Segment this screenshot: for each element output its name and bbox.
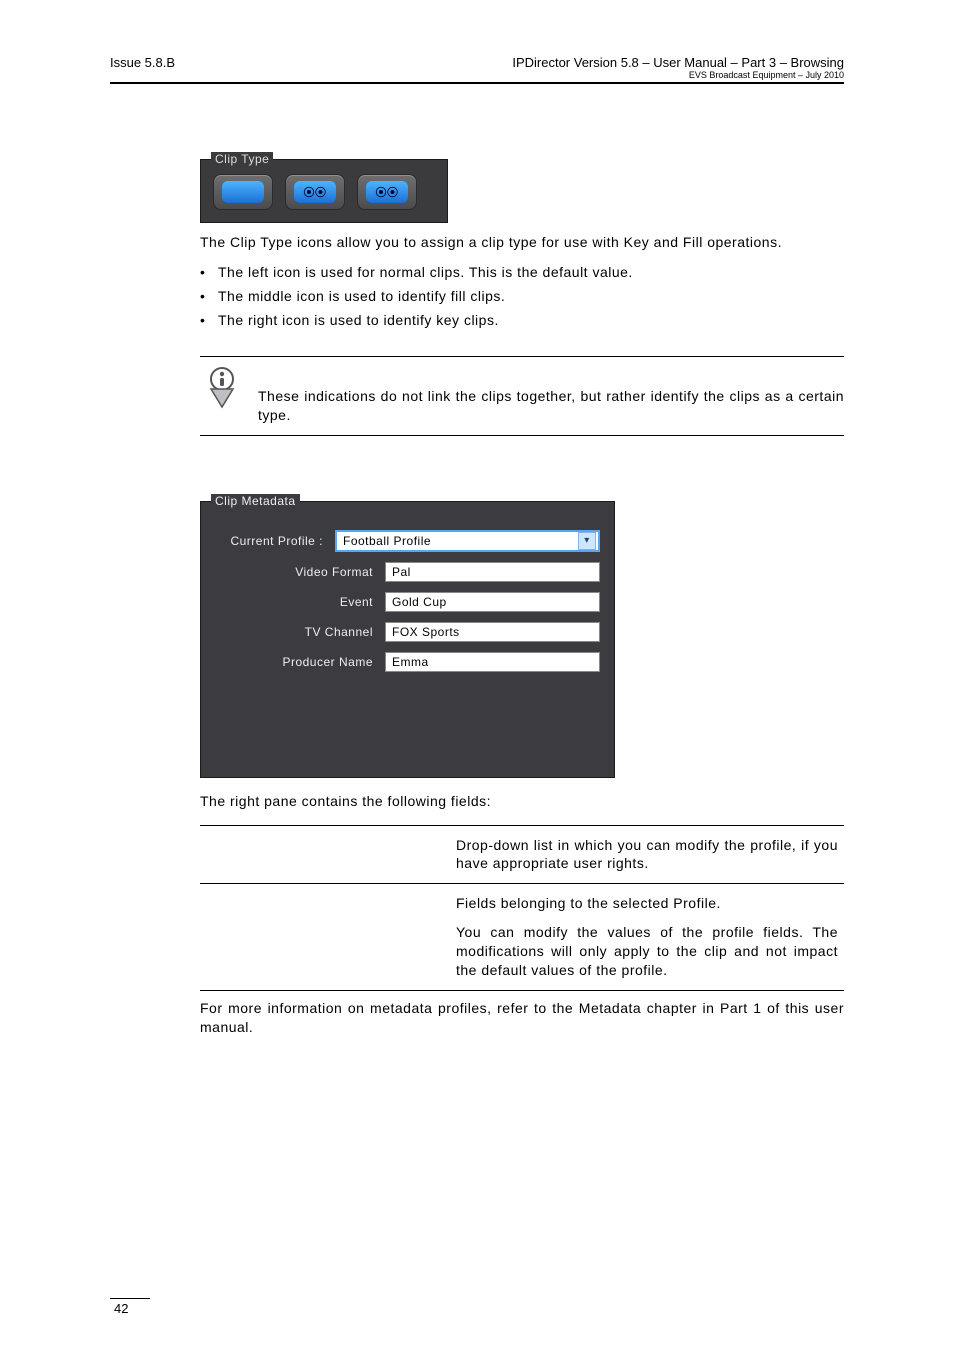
issue-label: Issue 5.8.B (110, 55, 175, 70)
clip-type-key-button[interactable]: ⦿⦿ (357, 174, 417, 210)
current-profile-dropdown[interactable]: Football Profile ▾ (335, 530, 600, 552)
chevron-down-icon: ▾ (578, 532, 596, 550)
page-number: 42 (110, 1298, 150, 1316)
field-label: Event (215, 595, 385, 609)
tv-channel-field[interactable]: FOX Sports (385, 622, 600, 642)
list-item: The right icon is used to identify key c… (200, 312, 844, 328)
cell-desc-p2: You can modify the values of the profile… (456, 923, 838, 980)
doc-title: IPDirector Version 5.8 – User Manual – P… (512, 55, 844, 70)
field-label: TV Channel (215, 625, 385, 639)
list-item: The left icon is used for normal clips. … (200, 264, 844, 280)
fill-clip-icon: ⦿⦿ (294, 181, 336, 203)
header-right: IPDirector Version 5.8 – User Manual – P… (512, 55, 844, 80)
field-label: Video Format (215, 565, 385, 579)
event-field[interactable]: Gold Cup (385, 592, 600, 612)
field-label: Producer Name (215, 655, 385, 669)
clip-metadata-group-label: Clip Metadata (211, 494, 300, 508)
current-profile-value: Football Profile (343, 534, 431, 548)
fields-description-table: Drop-down list in which you can modify t… (200, 825, 844, 991)
cell-label (200, 884, 450, 991)
cell-desc: Drop-down list in which you can modify t… (450, 825, 844, 884)
closing-paragraph: For more information on metadata profile… (200, 999, 844, 1037)
note-text: These indications do not link the clips … (258, 387, 844, 425)
normal-clip-icon (222, 181, 264, 203)
cell-desc-p1: Fields belonging to the selected Profile… (456, 894, 838, 913)
doc-subtitle: EVS Broadcast Equipment – July 2010 (512, 70, 844, 80)
clip-type-group-label: Clip Type (211, 152, 273, 166)
clip-type-bullets: The left icon is used for normal clips. … (200, 264, 844, 328)
clip-type-group: Clip Type ⦿⦿ ⦿⦿ (200, 159, 448, 223)
video-format-field[interactable]: Pal (385, 562, 600, 582)
page-header: Issue 5.8.B IPDirector Version 5.8 – Use… (110, 55, 844, 84)
current-profile-label: Current Profile : (215, 534, 335, 548)
clip-metadata-caption: The right pane contains the following fi… (200, 792, 844, 811)
table-row: Fields belonging to the selected Profile… (200, 884, 844, 991)
divider (200, 435, 844, 436)
cell-label (200, 825, 450, 884)
table-row (200, 990, 844, 991)
note-icon (204, 367, 240, 414)
producer-name-field[interactable]: Emma (385, 652, 600, 672)
table-row: Drop-down list in which you can modify t… (200, 825, 844, 884)
clip-type-normal-button[interactable] (213, 174, 273, 210)
key-clip-icon: ⦿⦿ (366, 181, 408, 203)
clip-type-fill-button[interactable]: ⦿⦿ (285, 174, 345, 210)
list-item: The middle icon is used to identify fill… (200, 288, 844, 304)
clip-metadata-group: Clip Metadata Current Profile : Football… (200, 501, 615, 778)
cell-desc: Fields belonging to the selected Profile… (450, 884, 844, 991)
clip-type-intro: The Clip Type icons allow you to assign … (200, 233, 844, 252)
note-block: These indications do not link the clips … (200, 357, 844, 435)
